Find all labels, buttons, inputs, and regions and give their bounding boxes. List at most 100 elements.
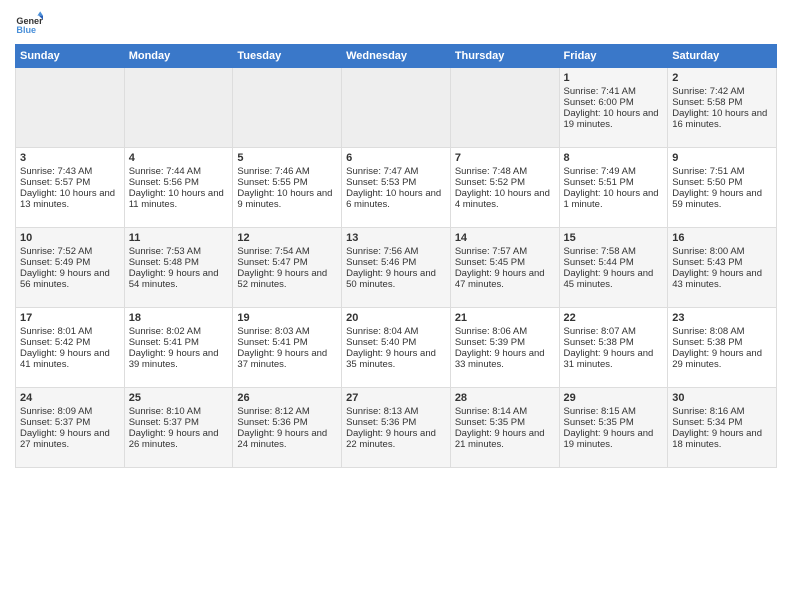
sunset: Sunset: 5:39 PM xyxy=(455,337,525,348)
day-number: 20 xyxy=(346,312,446,324)
day-number: 30 xyxy=(672,392,772,404)
day-number: 4 xyxy=(129,152,229,164)
daylight: Daylight: 10 hours and 4 minutes. xyxy=(455,188,550,210)
calendar-cell: 29 Sunrise: 8:15 AM Sunset: 5:35 PM Dayl… xyxy=(559,388,668,468)
day-number: 26 xyxy=(237,392,337,404)
calendar-cell xyxy=(233,68,342,148)
day-number: 11 xyxy=(129,232,229,244)
daylight: Daylight: 9 hours and 22 minutes. xyxy=(346,428,436,450)
daylight: Daylight: 10 hours and 13 minutes. xyxy=(20,188,115,210)
day-number: 10 xyxy=(20,232,120,244)
calendar-week-row: 17 Sunrise: 8:01 AM Sunset: 5:42 PM Dayl… xyxy=(16,308,777,388)
calendar-cell: 30 Sunrise: 8:16 AM Sunset: 5:34 PM Dayl… xyxy=(668,388,777,468)
sunset: Sunset: 5:49 PM xyxy=(20,257,90,268)
daylight: Daylight: 9 hours and 35 minutes. xyxy=(346,348,436,370)
logo: General Blue xyxy=(15,10,43,38)
sunrise: Sunrise: 8:10 AM xyxy=(129,406,201,417)
daylight: Daylight: 9 hours and 21 minutes. xyxy=(455,428,545,450)
calendar-cell: 7 Sunrise: 7:48 AM Sunset: 5:52 PM Dayli… xyxy=(450,148,559,228)
daylight: Daylight: 9 hours and 43 minutes. xyxy=(672,268,762,290)
daylight: Daylight: 10 hours and 11 minutes. xyxy=(129,188,224,210)
sunrise: Sunrise: 8:01 AM xyxy=(20,326,92,337)
daylight: Daylight: 10 hours and 6 minutes. xyxy=(346,188,441,210)
calendar-cell: 14 Sunrise: 7:57 AM Sunset: 5:45 PM Dayl… xyxy=(450,228,559,308)
day-number: 5 xyxy=(237,152,337,164)
day-number: 9 xyxy=(672,152,772,164)
sunset: Sunset: 5:36 PM xyxy=(237,417,307,428)
weekday-header: Friday xyxy=(559,45,668,68)
sunrise: Sunrise: 7:54 AM xyxy=(237,246,309,257)
sunset: Sunset: 5:35 PM xyxy=(455,417,525,428)
calendar-cell: 28 Sunrise: 8:14 AM Sunset: 5:35 PM Dayl… xyxy=(450,388,559,468)
sunset: Sunset: 5:58 PM xyxy=(672,97,742,108)
sunset: Sunset: 5:57 PM xyxy=(20,177,90,188)
day-number: 21 xyxy=(455,312,555,324)
calendar-week-row: 3 Sunrise: 7:43 AM Sunset: 5:57 PM Dayli… xyxy=(16,148,777,228)
sunrise: Sunrise: 7:41 AM xyxy=(564,86,636,97)
weekday-header: Tuesday xyxy=(233,45,342,68)
daylight: Daylight: 9 hours and 27 minutes. xyxy=(20,428,110,450)
daylight: Daylight: 9 hours and 41 minutes. xyxy=(20,348,110,370)
daylight: Daylight: 9 hours and 31 minutes. xyxy=(564,348,654,370)
sunrise: Sunrise: 7:58 AM xyxy=(564,246,636,257)
sunset: Sunset: 5:37 PM xyxy=(129,417,199,428)
day-number: 17 xyxy=(20,312,120,324)
calendar-cell: 25 Sunrise: 8:10 AM Sunset: 5:37 PM Dayl… xyxy=(124,388,233,468)
sunrise: Sunrise: 8:00 AM xyxy=(672,246,744,257)
sunrise: Sunrise: 8:07 AM xyxy=(564,326,636,337)
sunrise: Sunrise: 8:06 AM xyxy=(455,326,527,337)
sunset: Sunset: 5:52 PM xyxy=(455,177,525,188)
sunset: Sunset: 5:43 PM xyxy=(672,257,742,268)
header: General Blue xyxy=(15,10,777,38)
sunset: Sunset: 5:56 PM xyxy=(129,177,199,188)
day-number: 22 xyxy=(564,312,664,324)
calendar-week-row: 24 Sunrise: 8:09 AM Sunset: 5:37 PM Dayl… xyxy=(16,388,777,468)
sunset: Sunset: 5:40 PM xyxy=(346,337,416,348)
day-number: 28 xyxy=(455,392,555,404)
sunset: Sunset: 5:48 PM xyxy=(129,257,199,268)
sunrise: Sunrise: 8:03 AM xyxy=(237,326,309,337)
daylight: Daylight: 9 hours and 54 minutes. xyxy=(129,268,219,290)
day-number: 15 xyxy=(564,232,664,244)
calendar-cell: 23 Sunrise: 8:08 AM Sunset: 5:38 PM Dayl… xyxy=(668,308,777,388)
calendar-cell: 22 Sunrise: 8:07 AM Sunset: 5:38 PM Dayl… xyxy=(559,308,668,388)
calendar-cell: 17 Sunrise: 8:01 AM Sunset: 5:42 PM Dayl… xyxy=(16,308,125,388)
calendar-cell: 9 Sunrise: 7:51 AM Sunset: 5:50 PM Dayli… xyxy=(668,148,777,228)
day-number: 18 xyxy=(129,312,229,324)
sunset: Sunset: 5:41 PM xyxy=(129,337,199,348)
daylight: Daylight: 9 hours and 29 minutes. xyxy=(672,348,762,370)
weekday-header-row: SundayMondayTuesdayWednesdayThursdayFrid… xyxy=(16,45,777,68)
day-number: 7 xyxy=(455,152,555,164)
sunrise: Sunrise: 8:13 AM xyxy=(346,406,418,417)
daylight: Daylight: 9 hours and 45 minutes. xyxy=(564,268,654,290)
calendar-cell: 4 Sunrise: 7:44 AM Sunset: 5:56 PM Dayli… xyxy=(124,148,233,228)
daylight: Daylight: 9 hours and 52 minutes. xyxy=(237,268,327,290)
sunrise: Sunrise: 7:44 AM xyxy=(129,166,201,177)
daylight: Daylight: 9 hours and 18 minutes. xyxy=(672,428,762,450)
weekday-header: Monday xyxy=(124,45,233,68)
day-number: 29 xyxy=(564,392,664,404)
daylight: Daylight: 10 hours and 16 minutes. xyxy=(672,108,767,130)
sunset: Sunset: 5:34 PM xyxy=(672,417,742,428)
calendar-cell: 3 Sunrise: 7:43 AM Sunset: 5:57 PM Dayli… xyxy=(16,148,125,228)
sunset: Sunset: 5:46 PM xyxy=(346,257,416,268)
sunset: Sunset: 5:38 PM xyxy=(672,337,742,348)
day-number: 6 xyxy=(346,152,446,164)
daylight: Daylight: 10 hours and 9 minutes. xyxy=(237,188,332,210)
calendar-cell: 8 Sunrise: 7:49 AM Sunset: 5:51 PM Dayli… xyxy=(559,148,668,228)
calendar-week-row: 1 Sunrise: 7:41 AM Sunset: 6:00 PM Dayli… xyxy=(16,68,777,148)
day-number: 1 xyxy=(564,72,664,84)
sunrise: Sunrise: 7:51 AM xyxy=(672,166,744,177)
day-number: 2 xyxy=(672,72,772,84)
calendar-cell xyxy=(450,68,559,148)
sunrise: Sunrise: 8:02 AM xyxy=(129,326,201,337)
day-number: 12 xyxy=(237,232,337,244)
calendar-cell: 10 Sunrise: 7:52 AM Sunset: 5:49 PM Dayl… xyxy=(16,228,125,308)
calendar-cell: 1 Sunrise: 7:41 AM Sunset: 6:00 PM Dayli… xyxy=(559,68,668,148)
logo-icon: General Blue xyxy=(15,10,43,38)
calendar-cell: 6 Sunrise: 7:47 AM Sunset: 5:53 PM Dayli… xyxy=(342,148,451,228)
day-number: 13 xyxy=(346,232,446,244)
calendar-cell: 21 Sunrise: 8:06 AM Sunset: 5:39 PM Dayl… xyxy=(450,308,559,388)
calendar-table: SundayMondayTuesdayWednesdayThursdayFrid… xyxy=(15,44,777,468)
sunrise: Sunrise: 7:48 AM xyxy=(455,166,527,177)
